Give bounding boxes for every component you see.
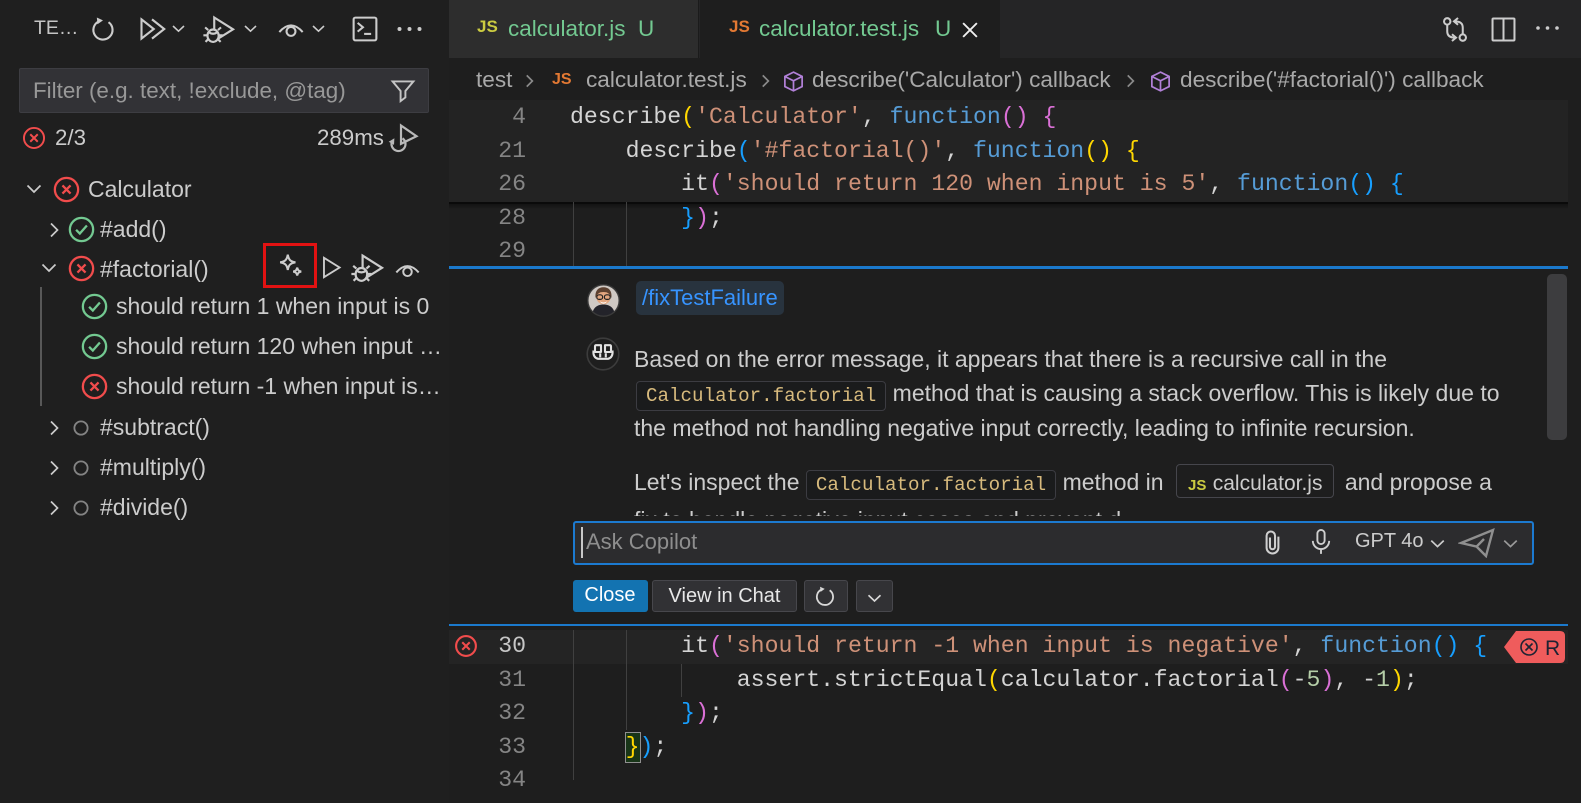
svg-text:R: R	[1545, 637, 1560, 660]
